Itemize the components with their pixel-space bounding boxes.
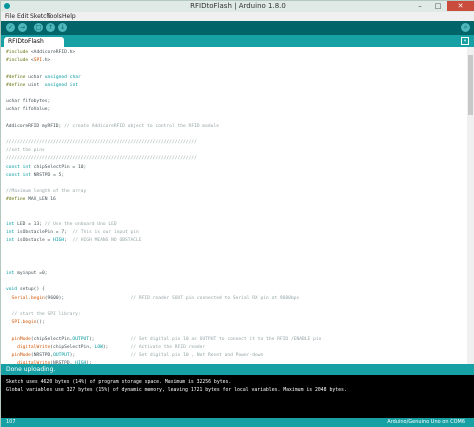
new-sketch-icon[interactable]: □ xyxy=(34,23,43,32)
code-line[interactable]: //set the pins xyxy=(6,147,321,155)
footer-bar: 107 Arduino/Genuino Uno on COM6 xyxy=(1,418,474,427)
code-line[interactable]: ​ xyxy=(6,65,321,73)
code-line[interactable]: ​ xyxy=(6,115,321,123)
code-line[interactable]: ​ xyxy=(6,303,321,311)
ide-window: RFIDtoFlash | Arduino 1.8.0 – □ ✕ File E… xyxy=(0,0,474,427)
line-number: 107 xyxy=(6,419,16,425)
code-line[interactable]: ​ xyxy=(6,213,321,221)
tab-rfidtoflash[interactable]: RFIDtoFlash xyxy=(4,37,64,47)
code-line[interactable]: #include <SPI.h> xyxy=(6,57,321,65)
menu-file[interactable]: File xyxy=(5,12,15,21)
close-button[interactable]: ✕ xyxy=(447,1,474,11)
code-line[interactable]: ​ xyxy=(6,205,321,213)
code-line[interactable]: #define MAX_LEN 16 xyxy=(6,196,321,204)
editor-scrollbar[interactable] xyxy=(467,47,474,364)
code-line[interactable]: const int chipSelectPin = 10; xyxy=(6,164,321,172)
menu-tools[interactable]: Tools xyxy=(47,12,62,21)
code-line[interactable]: digitalWrite(chipSelectPin, LOW); // Act… xyxy=(6,344,321,352)
menu-help[interactable]: Help xyxy=(62,12,76,21)
code-line[interactable]: AddicoreRFID myRFID; // create AddicoreR… xyxy=(6,123,321,131)
maximize-button[interactable]: □ xyxy=(429,1,447,11)
code-line[interactable]: uchar fifoValue; xyxy=(6,106,321,114)
save-sketch-icon[interactable]: ↓ xyxy=(58,23,67,32)
code-line[interactable]: // start the SPI library: xyxy=(6,311,321,319)
code-line[interactable]: ////////////////////////////////////////… xyxy=(6,155,321,163)
status-bar: Done uploading. xyxy=(1,364,474,375)
code-line[interactable]: uchar fifobytes; xyxy=(6,98,321,106)
console-line: Global variables use 327 bytes (15%) of … xyxy=(6,388,347,393)
code-line[interactable]: int isObstacle = HIGH; // HIGH MEANS NO … xyxy=(6,237,321,245)
minimize-button[interactable]: – xyxy=(411,1,429,11)
serial-monitor-icon[interactable]: ⌕ xyxy=(461,23,470,32)
upload-icon[interactable]: → xyxy=(18,23,27,32)
code-line[interactable]: ​ xyxy=(6,327,321,335)
code-line[interactable]: //Maximum length of the array xyxy=(6,188,321,196)
menu-edit[interactable]: Edit xyxy=(17,12,29,21)
code-line[interactable]: ​ xyxy=(6,131,321,139)
code-line[interactable]: ​ xyxy=(6,262,321,270)
code-line[interactable]: ​ xyxy=(6,254,321,262)
code-line[interactable]: ////////////////////////////////////////… xyxy=(6,139,321,147)
window-title: RFIDtoFlash | Arduino 1.8.0 xyxy=(190,2,286,10)
code-line[interactable]: #define uint unsigned int xyxy=(6,82,321,90)
verify-icon[interactable]: ✓ xyxy=(6,23,15,32)
code-line[interactable]: ​ xyxy=(6,278,321,286)
code-line[interactable]: SPI.begin(); xyxy=(6,319,321,327)
code-editor[interactable]: #include <AddicoreRFID.h> #include <SPI.h… xyxy=(1,47,467,364)
code-line[interactable]: #include <AddicoreRFID.h> xyxy=(6,49,321,57)
code-line[interactable]: pinMode(chipSelectPin,OUTPUT); // Set di… xyxy=(6,336,322,344)
output-console: Sketch uses 4620 bytes (14%) of program … xyxy=(1,375,474,418)
code-text[interactable]: #include <AddicoreRFID.h> #include <SPI.h… xyxy=(6,49,321,364)
toolbar: ✓ → □ ↑ ↓ ⌕ xyxy=(1,21,474,35)
menu-bar: File Edit Sketch Tools Help xyxy=(1,12,474,21)
code-line[interactable]: Serial.begin(9600); // RFID reader SOUT … xyxy=(6,295,321,303)
tab-bar: RFIDtoFlash ▾ xyxy=(1,35,474,47)
scrollbar-thumb[interactable] xyxy=(468,55,473,115)
tab-menu-icon[interactable]: ▾ xyxy=(461,37,469,45)
console-line: Sketch uses 4620 bytes (14%) of program … xyxy=(6,380,232,385)
code-line[interactable]: int isObstaclePin = 7; // This is our in… xyxy=(6,229,321,237)
code-line[interactable]: ​ xyxy=(6,90,321,98)
code-line[interactable]: const int NRSTPD = 5; xyxy=(6,172,321,180)
open-sketch-icon[interactable]: ↑ xyxy=(46,23,55,32)
status-message: Done uploading. xyxy=(6,366,56,373)
code-line[interactable]: #define uchar unsigned char xyxy=(6,74,321,82)
code-line[interactable]: ​ xyxy=(6,180,321,188)
board-port-label: Arduino/Genuino Uno on COM6 xyxy=(387,419,465,425)
code-line[interactable]: void setup() { xyxy=(6,286,321,294)
code-line[interactable]: int myinput =0; xyxy=(6,270,321,278)
code-line[interactable]: int LED = 13; // Use the onboard Uno LED xyxy=(6,221,321,229)
code-line[interactable]: pinMode(NRSTPD,OUTPUT); // Set digital p… xyxy=(6,352,321,360)
title-bar: RFIDtoFlash | Arduino 1.8.0 – □ ✕ xyxy=(1,1,474,12)
code-line[interactable]: ​ xyxy=(6,246,321,254)
